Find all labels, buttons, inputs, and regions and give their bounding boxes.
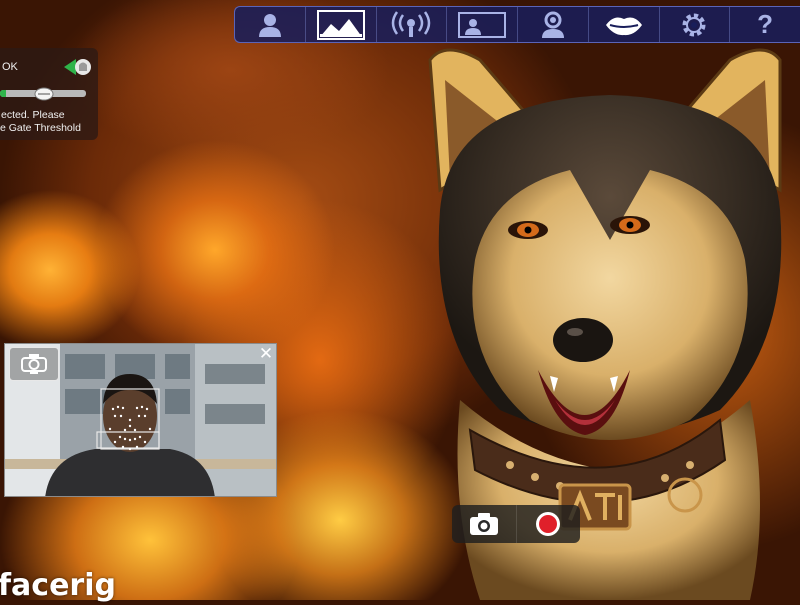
- noise-gate-slider-thumb[interactable]: [34, 87, 54, 101]
- display-tab[interactable]: [447, 7, 518, 42]
- camera-icon: [469, 513, 498, 535]
- voice-detection-panel: OK ected. Please e Gate Threshold: [0, 48, 98, 140]
- voice-warning-message: ected. Please e Gate Threshold: [0, 109, 98, 135]
- screenshot-button[interactable]: [452, 505, 516, 543]
- voice-active-icon: [64, 59, 91, 75]
- lip-sync-tab[interactable]: [589, 7, 660, 42]
- webcam-icon: [21, 354, 47, 374]
- main-toolbar: ?: [234, 6, 800, 43]
- voice-status-text: OK: [2, 61, 18, 73]
- broadcast-icon: [392, 10, 431, 37]
- voice-warning-line-2: e Gate Threshold: [0, 122, 81, 134]
- settings-gear-icon: [682, 13, 706, 36]
- voice-warning-line-1: ected. Please: [1, 109, 65, 121]
- app-logo: facerig: [0, 568, 116, 603]
- avatar-person-icon: [258, 13, 281, 37]
- record-button[interactable]: [515, 505, 581, 543]
- settings-tab[interactable]: [660, 7, 731, 42]
- help-icon: ?: [757, 9, 774, 39]
- user-settings-icon: [541, 11, 564, 38]
- background-landscape-icon: [316, 9, 365, 40]
- broadcast-tab[interactable]: [377, 7, 448, 42]
- record-icon: [536, 512, 561, 536]
- avatar-tab[interactable]: [235, 7, 306, 42]
- webcam-snapshot-button[interactable]: [9, 347, 59, 381]
- voice-level-fill: [0, 90, 6, 97]
- user-settings-tab[interactable]: [518, 7, 589, 42]
- lips-sync-icon: [605, 16, 642, 35]
- background-tab[interactable]: [306, 7, 377, 42]
- webcam-preview: ✕: [4, 343, 277, 497]
- help-tab[interactable]: ?: [730, 7, 800, 42]
- capture-controls: [452, 505, 580, 543]
- webcam-close-button[interactable]: ✕: [258, 346, 274, 363]
- voice-toggle-button[interactable]: [62, 57, 92, 80]
- display-user-icon: [458, 11, 507, 38]
